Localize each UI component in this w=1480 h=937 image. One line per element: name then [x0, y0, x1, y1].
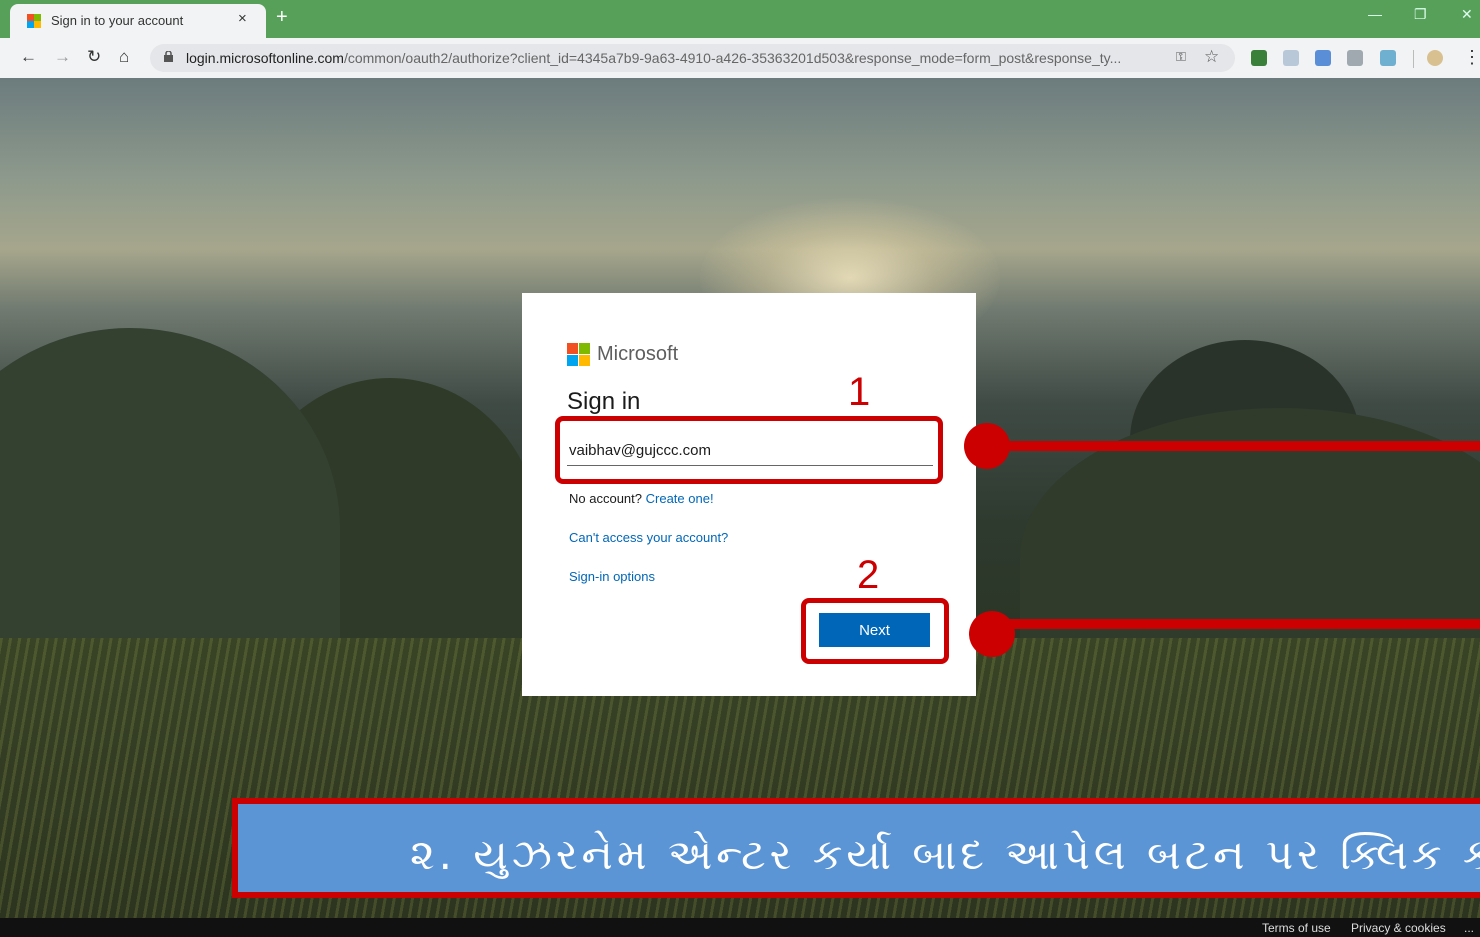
browser-toolbar: ← → ↻ ⌂ login.microsoftonline.com/common…: [0, 38, 1480, 78]
create-account-link[interactable]: Create one!: [646, 491, 714, 506]
cant-access-link[interactable]: Can't access your account?: [569, 530, 728, 545]
pointer-dot-2: [969, 611, 1015, 657]
more-options-link[interactable]: ...: [1464, 921, 1474, 935]
close-tab-icon[interactable]: ×: [238, 10, 247, 27]
menu-dots-icon[interactable]: ⋮: [1463, 47, 1480, 68]
restore-icon[interactable]: ❐: [1414, 6, 1427, 23]
instruction-banner: ૨. યુઝરનેમ એન્ટર કર્યા બાદ આપેલ બટન પર ક…: [232, 798, 1480, 898]
extension-drive-icon[interactable]: [1380, 50, 1396, 66]
tab-bar: Sign in to your account × + — ❐ ✕: [0, 0, 1480, 38]
address-bar[interactable]: login.microsoftonline.com/common/oauth2/…: [150, 44, 1235, 72]
microsoft-logo-icon: [567, 343, 590, 366]
privacy-link[interactable]: Privacy & cookies: [1351, 921, 1446, 935]
browser-tab[interactable]: Sign in to your account ×: [10, 4, 266, 38]
page-title: Sign in: [567, 388, 641, 415]
profile-avatar-icon[interactable]: [1427, 50, 1443, 66]
close-window-icon[interactable]: ✕: [1461, 6, 1473, 23]
page-footer: Terms of use Privacy & cookies ...: [0, 918, 1480, 937]
extension-arrow-icon[interactable]: [1315, 50, 1331, 66]
url-text: login.microsoftonline.com/common/oauth2/…: [186, 50, 1122, 66]
step-2-label: 2: [857, 553, 880, 597]
no-account-text: No account? Create one!: [569, 491, 714, 506]
key-icon[interactable]: ⚿: [1176, 49, 1186, 65]
step-1-label: 1: [848, 370, 871, 414]
bookmark-star-icon[interactable]: ☆: [1204, 47, 1219, 67]
forward-icon[interactable]: →: [54, 47, 71, 67]
instruction-text: ૨. યુઝરનેમ એન્ટર કર્યા બાદ આપેલ બટન પર ક…: [410, 830, 1480, 879]
pointer-line-1: [1000, 441, 1480, 451]
tab-title: Sign in to your account: [51, 13, 184, 28]
signin-options-link[interactable]: Sign-in options: [569, 569, 655, 584]
extension-translate-icon[interactable]: [1283, 50, 1299, 66]
brand-name: Microsoft: [597, 343, 679, 365]
pointer-line-2: [1005, 619, 1480, 629]
extension-cast-icon[interactable]: [1347, 50, 1363, 66]
extension-globe-icon[interactable]: [1251, 50, 1267, 66]
home-icon[interactable]: ⌂: [119, 47, 129, 67]
reload-icon[interactable]: ↻: [87, 47, 101, 67]
minimize-icon[interactable]: —: [1368, 6, 1382, 22]
highlight-email-box: [555, 416, 943, 484]
lock-icon: [164, 51, 173, 62]
toolbar-divider: [1413, 50, 1414, 68]
highlight-next-box: [801, 598, 949, 664]
new-tab-button[interactable]: +: [276, 6, 288, 29]
terms-link[interactable]: Terms of use: [1262, 921, 1331, 935]
microsoft-favicon-icon: [27, 14, 41, 28]
back-icon[interactable]: ←: [20, 47, 37, 67]
